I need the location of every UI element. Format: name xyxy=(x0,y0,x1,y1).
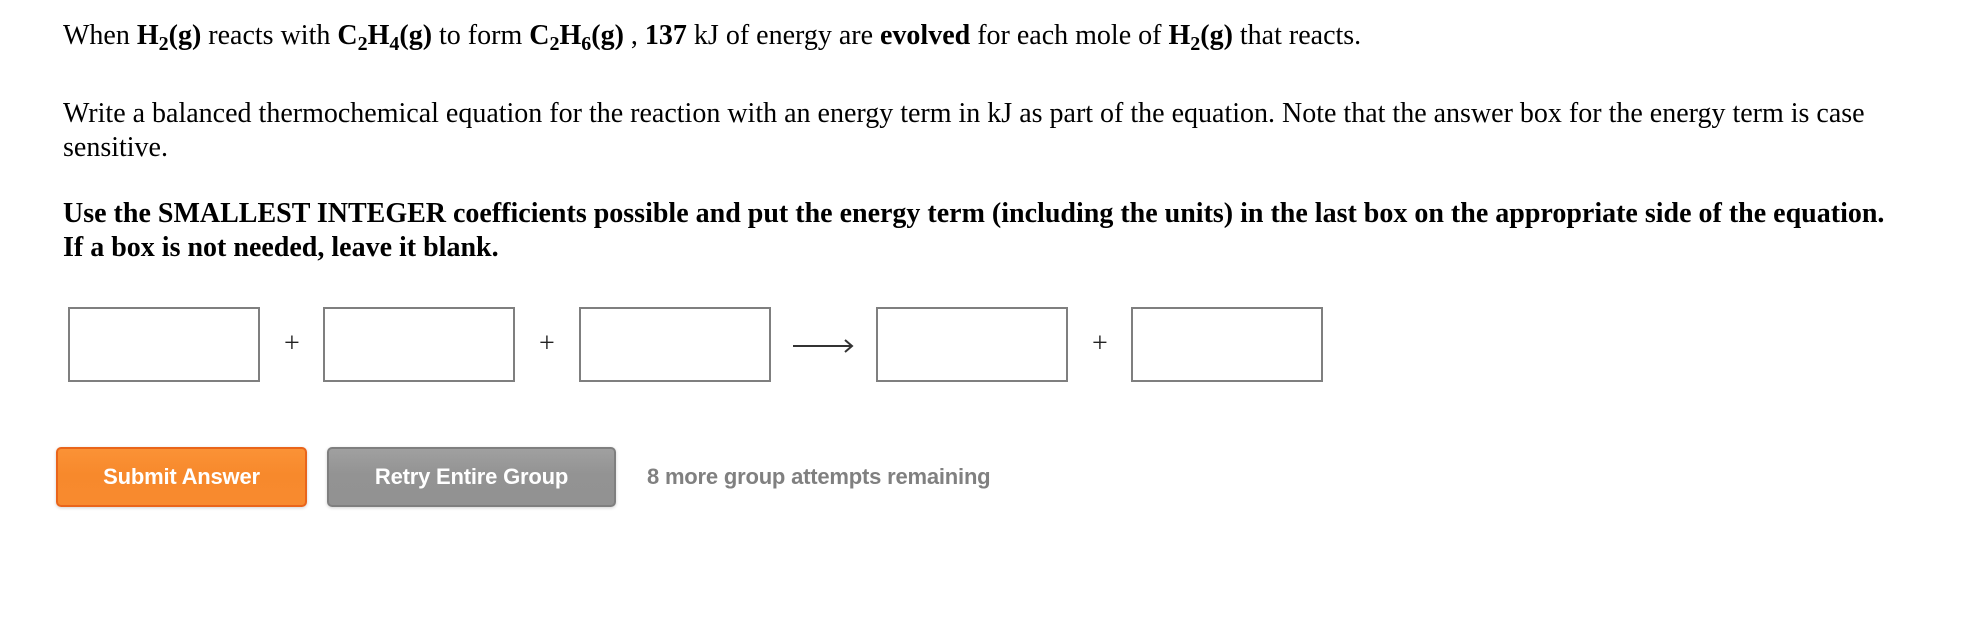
reactant-c2h4: C2H4(g) xyxy=(337,20,433,55)
energy-value: 137 xyxy=(644,20,687,51)
product-box-1[interactable] xyxy=(876,307,1068,382)
emphasis-instruction: Use the SMALLEST INTEGER coefficients po… xyxy=(63,198,1885,263)
retry-entire-group-button[interactable]: Retry Entire Group xyxy=(327,447,616,507)
reactant-h2: H2(g) xyxy=(136,20,202,55)
submit-answer-button[interactable]: Submit Answer xyxy=(56,447,307,507)
product-c2h6: C2H6(g) xyxy=(529,20,624,55)
plus-sign: + xyxy=(539,328,555,359)
reaction-arrow-icon xyxy=(793,339,854,353)
plus-sign: + xyxy=(284,328,300,359)
plus-sign: + xyxy=(1092,328,1108,359)
problem-statement: When H2(g) reacts with C2H4(g) to form C… xyxy=(63,20,1362,55)
reactant-box-3[interactable] xyxy=(579,307,771,382)
energy-direction: evolved xyxy=(880,20,971,51)
attempts-remaining-text: 8 more group attempts remaining xyxy=(647,464,991,489)
per-species-h2: H2(g) xyxy=(1168,20,1233,55)
reactant-coefficient-box-1[interactable] xyxy=(68,307,260,382)
reactant-box-2[interactable] xyxy=(323,307,515,382)
instruction-text: Write a balanced thermochemical equation… xyxy=(63,98,1865,163)
product-box-2[interactable] xyxy=(1131,307,1323,382)
